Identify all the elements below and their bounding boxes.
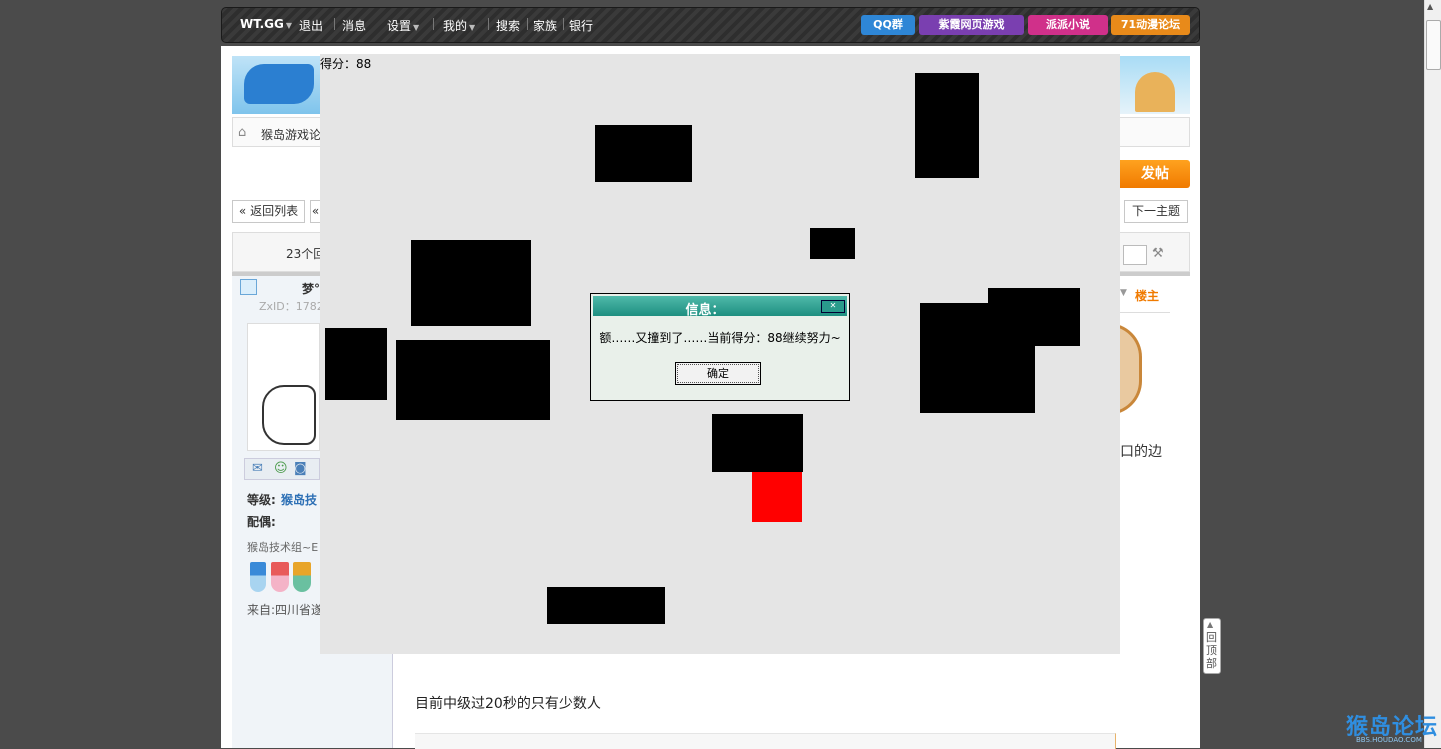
obstacle-block bbox=[810, 228, 855, 259]
obstacle-block bbox=[396, 340, 550, 420]
spouse-label: 配偶: bbox=[247, 515, 276, 529]
back-to-list-button[interactable]: « 返回列表 bbox=[232, 200, 305, 223]
page-jump-input[interactable] bbox=[1123, 245, 1147, 265]
nav-search[interactable]: 搜索 bbox=[496, 17, 520, 34]
obstacle-block bbox=[411, 240, 531, 326]
post-text-fragment: 口的边 bbox=[1120, 444, 1162, 460]
obstacle-block bbox=[595, 125, 692, 182]
nav-family[interactable]: 家族 bbox=[533, 17, 557, 34]
nav-mine[interactable]: 我的 ▼ bbox=[443, 17, 475, 34]
medal-icon bbox=[271, 562, 289, 592]
nav-divider bbox=[527, 18, 528, 30]
nav-brand-label: WT.GG bbox=[240, 17, 284, 31]
divider bbox=[1120, 272, 1190, 276]
chevron-down-icon: ▼ bbox=[285, 21, 293, 30]
player-block[interactable] bbox=[752, 472, 802, 522]
next-topic-button[interactable]: 下一主题 bbox=[1124, 200, 1188, 223]
nav-divider bbox=[433, 18, 434, 30]
comic-badge[interactable]: 71动漫论坛 bbox=[1111, 15, 1190, 35]
level-label: 等级: bbox=[247, 493, 276, 507]
scrollbar-thumb[interactable] bbox=[1426, 20, 1441, 70]
score-label: 得分：88 bbox=[320, 57, 372, 71]
scrollbar[interactable] bbox=[1424, 0, 1441, 748]
novel-badge[interactable]: 派派小说 bbox=[1028, 15, 1108, 35]
nav-settings-label: 设置 bbox=[387, 19, 412, 33]
post-text: 目前中级过20秒的只有少数人 bbox=[415, 696, 601, 712]
nav-mine-label: 我的 bbox=[443, 19, 468, 33]
user-sidebar-lower bbox=[320, 654, 392, 748]
nav-settings[interactable]: 设置 ▼ bbox=[387, 17, 419, 34]
prev-page-button[interactable]: « bbox=[310, 200, 320, 223]
user-online-icon bbox=[240, 279, 257, 295]
obstacle-block bbox=[325, 328, 387, 400]
nav-divider bbox=[334, 18, 335, 30]
qq-group-badge[interactable]: QQ群 bbox=[861, 15, 915, 35]
add-friend-icon[interactable]: ☺ bbox=[274, 461, 288, 476]
watermark-url: BBS.HOUDAO.COM bbox=[1356, 736, 1422, 744]
floor-owner-label: 楼主 bbox=[1135, 289, 1160, 303]
arrow-up-icon: ▲ bbox=[1207, 620, 1214, 629]
chevron-down-icon: ▼ bbox=[413, 23, 420, 32]
nav-divider bbox=[563, 18, 564, 30]
nav-divider bbox=[488, 18, 489, 30]
dialog-title-bar[interactable]: 信息： ✕ bbox=[593, 296, 847, 318]
dialog-title: 信息： bbox=[685, 303, 725, 318]
nav-bank[interactable]: 银行 bbox=[569, 17, 593, 34]
chevron-down-icon: ▼ bbox=[469, 23, 476, 32]
new-post-button[interactable]: 发帖 bbox=[1120, 160, 1190, 188]
obstacle-block bbox=[547, 587, 665, 624]
medal-icon bbox=[250, 562, 266, 592]
obstacle-block bbox=[920, 303, 1035, 413]
ok-button-label: 确定 bbox=[677, 364, 759, 383]
close-icon[interactable]: ✕ bbox=[821, 300, 845, 313]
nav-messages[interactable]: 消息 bbox=[342, 17, 366, 34]
obstacle-block bbox=[915, 73, 979, 178]
game-badge[interactable]: 紫霞网页游戏 bbox=[919, 15, 1024, 35]
back-to-top-label: 回顶部 bbox=[1206, 631, 1217, 670]
user-id: ZxID：1782 bbox=[259, 300, 324, 313]
quote-block bbox=[415, 733, 1116, 749]
medal-icon bbox=[293, 562, 311, 592]
dialog-message: 额……又撞到了……当前得分：88继续努力~ bbox=[599, 331, 841, 345]
user-group: 猴岛技术组~E bbox=[247, 541, 319, 554]
profile-icon[interactable]: ◙ bbox=[294, 461, 307, 476]
alert-dialog: 信息： ✕ 额……又撞到了……当前得分：88继续努力~ 确定 bbox=[590, 293, 850, 401]
breadcrumb-link[interactable]: 猴岛游戏论 bbox=[261, 126, 321, 143]
mail-icon[interactable]: ✉ bbox=[252, 461, 263, 476]
obstacle-block bbox=[712, 414, 803, 472]
username[interactable]: 梦° bbox=[302, 280, 320, 297]
user-location: 来自:四川省遂 bbox=[247, 603, 324, 617]
scroll-up-arrow-icon[interactable]: ▲ bbox=[1427, 2, 1433, 11]
nav-logout[interactable]: 退出 bbox=[299, 17, 323, 34]
divider bbox=[1120, 312, 1170, 313]
thumbs-up-image bbox=[262, 385, 316, 445]
level-value[interactable]: 猴岛技 bbox=[281, 491, 317, 508]
nav-brand[interactable]: WT.GG ▼ bbox=[240, 17, 292, 31]
wrench-icon[interactable]: ⚒ bbox=[1152, 246, 1164, 261]
home-icon[interactable]: ⌂ bbox=[238, 125, 246, 140]
column-divider bbox=[392, 654, 393, 748]
breadcrumb-end bbox=[1120, 117, 1190, 147]
caret-down-icon[interactable]: ▼ bbox=[1120, 288, 1127, 298]
castle-image bbox=[1135, 72, 1175, 112]
logo-mark bbox=[244, 64, 314, 104]
ok-button[interactable]: 确定 bbox=[675, 362, 761, 385]
